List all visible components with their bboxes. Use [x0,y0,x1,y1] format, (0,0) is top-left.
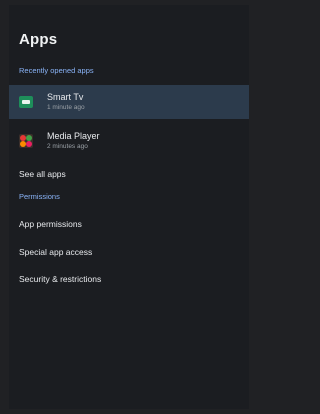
section-header-permissions: Permissions [19,192,60,201]
see-all-apps-link[interactable]: See all apps [19,169,66,179]
tv-app-icon [19,95,33,109]
menu-item-special-app-access[interactable]: Special app access [19,247,92,257]
page-title: Apps [19,31,58,48]
app-last-opened: 1 minute ago [47,104,85,111]
section-header-recent-apps: Recently opened apps [19,66,94,75]
menu-item-app-permissions[interactable]: App permissions [19,219,82,229]
app-last-opened: 2 minutes ago [47,143,88,150]
apps-settings-panel: Apps Recently opened apps Smart Tv 1 min… [9,5,249,409]
app-name: Media Player [47,131,100,141]
app-item-smart-tv[interactable]: Smart Tv 1 minute ago [9,85,249,119]
menu-item-security-restrictions[interactable]: Security & restrictions [19,274,101,284]
app-name: Smart Tv [47,92,84,102]
media-player-app-icon [19,134,33,148]
app-item-media-player[interactable]: Media Player 2 minutes ago [9,124,249,158]
